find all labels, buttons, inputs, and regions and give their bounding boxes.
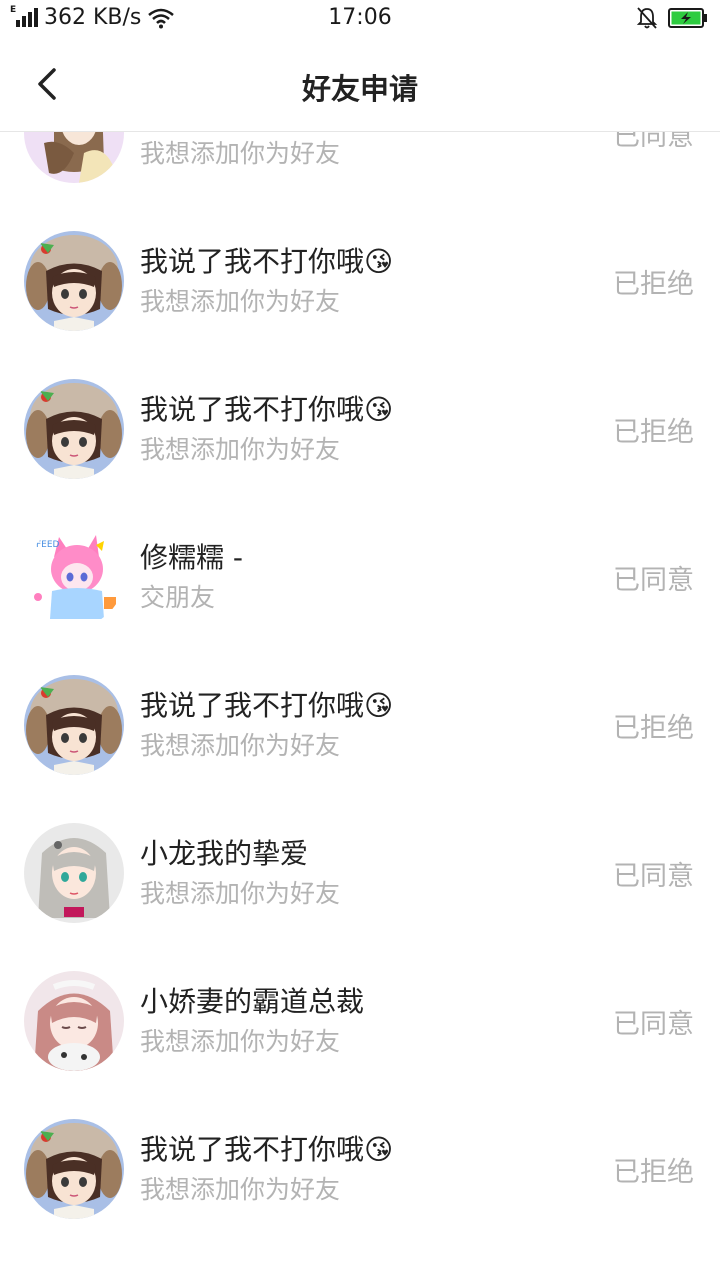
- request-status: 已同意: [613, 565, 694, 596]
- friend-request-row[interactable]: 我说了我不打你哦😘 我想添加你为好友 已拒绝: [0, 355, 720, 503]
- page-title: 好友申请: [301, 72, 418, 106]
- friend-request-list[interactable]: 限定&惨柔 我想添加你为好友 已同意 我说了我不打你哦😘 我想添加你为好友 已拒…: [0, 132, 720, 1280]
- avatar-furry-hat-girl[interactable]: [24, 1119, 124, 1219]
- clock: 17:06: [328, 5, 392, 30]
- friend-request-list-content: 限定&惨柔 我想添加你为好友 已同意 我说了我不打你哦😘 我想添加你为好友 已拒…: [0, 132, 720, 1243]
- friend-request-row[interactable]: FEED 修糯糯 - 交朋友 已同意: [0, 503, 720, 651]
- friend-request-row[interactable]: 限定&惨柔 我想添加你为好友 已同意: [0, 132, 720, 207]
- request-status: 已同意: [613, 1009, 694, 1040]
- requester-name: 我说了我不打你哦😘: [140, 689, 394, 722]
- request-status: 已拒绝: [613, 417, 694, 448]
- request-status: 已拒绝: [613, 269, 694, 300]
- avatar-furry-hat-girl[interactable]: [24, 675, 124, 775]
- request-message: 我想添加你为好友: [140, 1027, 341, 1056]
- requester-name: 我说了我不打你哦😘: [140, 393, 394, 426]
- avatar-pink-catgirl[interactable]: FEED: [24, 527, 124, 627]
- status-bar: E 362 KB/s 17:06: [0, 0, 720, 38]
- request-status: 已拒绝: [613, 713, 694, 744]
- requester-name: 小龙我的挚爱: [140, 837, 309, 870]
- avatar-brown-hair-girl[interactable]: [24, 132, 124, 183]
- friend-request-row[interactable]: 我说了我不打你哦😘 我想添加你为好友 已拒绝: [0, 1095, 720, 1243]
- avatar-furry-hat-girl[interactable]: [24, 231, 124, 331]
- friend-request-row[interactable]: 我说了我不打你哦😘 我想添加你为好友 已拒绝: [0, 207, 720, 355]
- request-message: 交朋友: [140, 583, 216, 612]
- request-message: 我想添加你为好友: [140, 435, 341, 464]
- avatar-gray-hair-girl[interactable]: [24, 823, 124, 923]
- requester-name: 修糯糯 -: [140, 541, 244, 574]
- requester-name: 我说了我不打你哦😘: [140, 1133, 394, 1166]
- nav-bar: 好友申请: [0, 38, 720, 132]
- bell-muted-icon: [636, 7, 658, 29]
- request-message: 我想添加你为好友: [140, 1175, 341, 1204]
- request-status: 已同意: [613, 861, 694, 892]
- requester-name: 小娇妻的霸道总裁: [140, 985, 365, 1018]
- status-right: [636, 6, 708, 30]
- svg-text:FEED: FEED: [36, 540, 60, 550]
- request-status: 已拒绝: [613, 1157, 694, 1188]
- friend-request-row[interactable]: 小娇妻的霸道总裁 我想添加你为好友 已同意: [0, 947, 720, 1095]
- avatar-furry-hat-girl[interactable]: [24, 379, 124, 479]
- request-message: 我想添加你为好友: [140, 731, 341, 760]
- request-message: 我想添加你为好友: [140, 139, 341, 168]
- friend-request-row[interactable]: 我说了我不打你哦😘 我想添加你为好友 已拒绝: [0, 651, 720, 799]
- request-message: 我想添加你为好友: [140, 879, 341, 908]
- avatar-pink-hair-girl[interactable]: [24, 971, 124, 1071]
- request-message: 我想添加你为好友: [140, 287, 341, 316]
- request-status: 已同意: [613, 132, 694, 152]
- friend-request-row[interactable]: 小龙我的挚爱 我想添加你为好友 已同意: [0, 799, 720, 947]
- battery-icon: [668, 8, 707, 28]
- requester-name: 我说了我不打你哦😘: [140, 245, 394, 278]
